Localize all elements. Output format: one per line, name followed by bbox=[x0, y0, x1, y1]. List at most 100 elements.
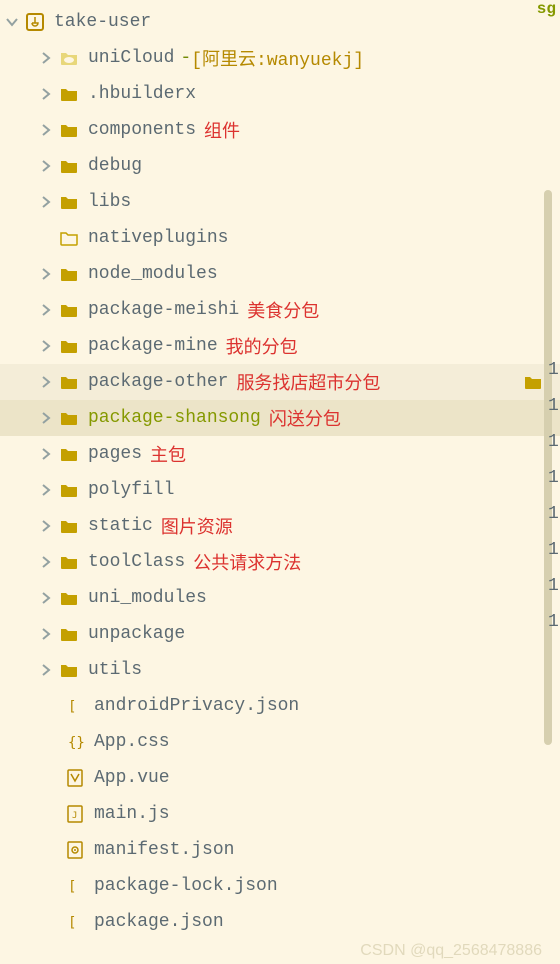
chevron-right-icon[interactable] bbox=[38, 266, 54, 282]
item-label: debug bbox=[88, 156, 142, 176]
corner-tag: sg bbox=[537, 0, 556, 18]
item-annotation: 美食分包 bbox=[247, 297, 319, 323]
chevron-right-icon[interactable] bbox=[38, 194, 54, 210]
item-annotation: 服务找店超市分包 bbox=[236, 369, 380, 395]
chevron-right-icon[interactable] bbox=[38, 374, 54, 390]
item-label: polyfill bbox=[88, 480, 174, 500]
gutter-num: 1 bbox=[548, 424, 560, 460]
folder-icon bbox=[58, 407, 80, 429]
folder-icon bbox=[58, 263, 80, 285]
item-label: toolClass bbox=[88, 552, 185, 572]
gutter-num: 1 bbox=[548, 388, 560, 424]
chevron-right-icon[interactable] bbox=[38, 626, 54, 642]
item-label: libs bbox=[88, 192, 131, 212]
chevron-right-icon[interactable] bbox=[38, 50, 54, 66]
chevron-right-icon[interactable] bbox=[38, 446, 54, 462]
item-label: package.json bbox=[94, 912, 224, 932]
chevron-right-icon[interactable] bbox=[38, 410, 54, 426]
tree-item-static[interactable]: static 图片资源 bbox=[0, 508, 560, 544]
tree-item-androidprivacy-json[interactable]: [ ]androidPrivacy.json bbox=[0, 688, 560, 724]
chevron-right-icon[interactable] bbox=[38, 662, 54, 678]
tree-item-package-meishi[interactable]: package-meishi 美食分包 bbox=[0, 292, 560, 328]
svg-text:[ ]: [ ] bbox=[68, 879, 85, 895]
tree-item-nativeplugins[interactable]: nativeplugins bbox=[0, 220, 560, 256]
file-tree: take-user uniCloud - [阿里云:wanyuekj] .hbui… bbox=[0, 0, 560, 940]
chevron-right-icon[interactable] bbox=[38, 338, 54, 354]
folder-icon bbox=[58, 191, 80, 213]
svg-text:[ ]: [ ] bbox=[68, 699, 85, 715]
tree-item-toolclass[interactable]: toolClass 公共请求方法 bbox=[0, 544, 560, 580]
tree-item-unicloud[interactable]: uniCloud - [阿里云:wanyuekj] bbox=[0, 40, 560, 76]
item-label: uni_modules bbox=[88, 588, 207, 608]
chevron-right-icon[interactable] bbox=[38, 122, 54, 138]
tree-item-libs[interactable]: libs bbox=[0, 184, 560, 220]
gutter-num: 1 bbox=[548, 460, 560, 496]
tree-item-node-modules[interactable]: node_modules bbox=[0, 256, 560, 292]
tree-item-debug[interactable]: debug bbox=[0, 148, 560, 184]
tree-item-main-js[interactable]: Jmain.js bbox=[0, 796, 560, 832]
chevron-right-icon[interactable] bbox=[38, 86, 54, 102]
folder-icon bbox=[58, 515, 80, 537]
item-label: manifest.json bbox=[94, 840, 234, 860]
item-annotation: 公共请求方法 bbox=[193, 549, 301, 575]
tree-item-package-json[interactable]: [ ] package.json bbox=[0, 904, 560, 940]
item-label: static bbox=[88, 516, 153, 536]
item-label: main.js bbox=[94, 804, 170, 824]
item-annotation: 我的分包 bbox=[226, 333, 298, 359]
chevron-right-icon[interactable] bbox=[38, 518, 54, 534]
folder-icon bbox=[58, 659, 80, 681]
item-annotation: 图片资源 bbox=[161, 513, 233, 539]
file-vue-icon bbox=[64, 767, 86, 789]
item-label: .hbuilderx bbox=[88, 84, 196, 104]
file-gear-icon bbox=[64, 839, 86, 861]
folder-cloud-icon bbox=[58, 47, 80, 69]
chevron-right-icon[interactable] bbox=[38, 590, 54, 606]
tree-item-unpackage[interactable]: unpackage bbox=[0, 616, 560, 652]
item-label: package-mine bbox=[88, 336, 218, 356]
file-json-icon: [ ] bbox=[64, 911, 86, 933]
chevron-down-icon[interactable] bbox=[4, 14, 20, 30]
item-label: package-lock.json bbox=[94, 876, 278, 896]
item-label: uniCloud bbox=[88, 48, 174, 68]
folder-icon bbox=[58, 83, 80, 105]
project-icon bbox=[24, 11, 46, 33]
suffix-dash: - bbox=[180, 48, 191, 68]
tree-item-package-shansong[interactable]: package-shansong闪送分包 bbox=[0, 400, 560, 436]
chevron-right-icon[interactable] bbox=[38, 554, 54, 570]
tree-item-app-vue[interactable]: App.vue bbox=[0, 760, 560, 796]
folder-icon bbox=[58, 443, 80, 465]
chevron-right-icon[interactable] bbox=[38, 482, 54, 498]
tree-item-package-lock-json[interactable]: [ ] package-lock.json bbox=[0, 868, 560, 904]
svg-text:J: J bbox=[72, 811, 77, 821]
folder-icon bbox=[58, 371, 80, 393]
item-label: nativeplugins bbox=[88, 228, 228, 248]
item-label: package-meishi bbox=[88, 300, 239, 320]
folder-icon bbox=[58, 587, 80, 609]
watermark: CSDN @qq_2568478886 bbox=[360, 942, 542, 960]
tree-item-polyfill[interactable]: polyfill bbox=[0, 472, 560, 508]
tree-item-pages[interactable]: pages主包 bbox=[0, 436, 560, 472]
gutter-num: 1 bbox=[548, 568, 560, 604]
item-label: unpackage bbox=[88, 624, 185, 644]
chevron-right-icon[interactable] bbox=[38, 158, 54, 174]
tree-item-app-css[interactable]: {} App.css bbox=[0, 724, 560, 760]
tree-item-utils[interactable]: utils bbox=[0, 652, 560, 688]
item-label: App.css bbox=[94, 732, 170, 752]
svg-text:[ ]: [ ] bbox=[68, 915, 85, 931]
tree-item--hbuilderx[interactable]: .hbuilderx bbox=[0, 76, 560, 112]
tree-item-package-mine[interactable]: package-mine 我的分包 bbox=[0, 328, 560, 364]
tree-item-manifest-json[interactable]: manifest.json bbox=[0, 832, 560, 868]
tree-item-package-other[interactable]: package-other服务找店超市分包 bbox=[0, 364, 560, 400]
item-label: node_modules bbox=[88, 264, 218, 284]
folder-outline-icon bbox=[58, 227, 80, 249]
tree-item-uni-modules[interactable]: uni_modules bbox=[0, 580, 560, 616]
folder-icon bbox=[58, 551, 80, 573]
chevron-right-icon[interactable] bbox=[38, 302, 54, 318]
tree-item-components[interactable]: components组件 bbox=[0, 112, 560, 148]
gutter-num: 1 bbox=[548, 496, 560, 532]
item-annotation: 组件 bbox=[204, 117, 240, 143]
tree-root-row[interactable]: take-user bbox=[0, 4, 560, 40]
svg-text:{}: {} bbox=[68, 735, 85, 751]
file-json-icon: [ ] bbox=[64, 875, 86, 897]
item-label: pages bbox=[88, 444, 142, 464]
